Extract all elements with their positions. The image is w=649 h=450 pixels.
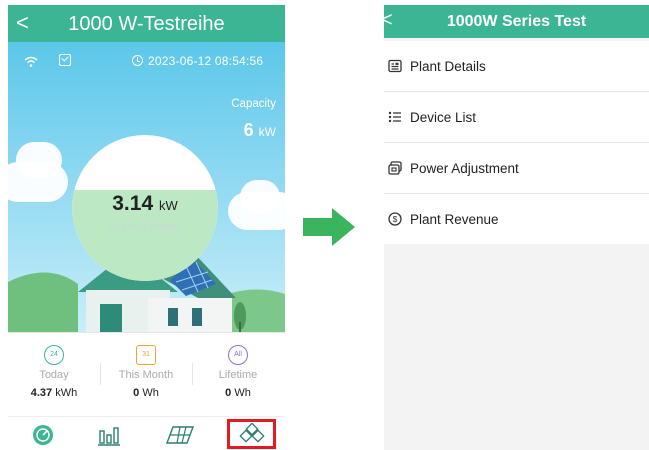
stat-label: Lifetime: [218, 369, 258, 381]
cloud: [16, 142, 62, 178]
calendar-icon: 31: [136, 345, 156, 365]
arrow-right-icon: [303, 218, 333, 236]
menu-item-plant-revenue[interactable]: $ Plant Revenue: [384, 194, 649, 245]
stat-label: This Month: [118, 369, 174, 381]
highlight-box: [227, 419, 276, 449]
header-bar: < 1000 W-Testreihe: [8, 5, 285, 42]
plant-menu-screen: < 1000W Series Test Plant Details Device…: [384, 5, 649, 450]
composite-screenshot: < 1000 W-Testreihe 2023-06-12 08:54:56 C…: [0, 0, 649, 450]
list-icon: [388, 111, 401, 123]
stat-this-month: 31 This Month 0 Wh: [100, 333, 192, 417]
details-icon: [388, 59, 402, 73]
lifetime-icon: All: [228, 345, 248, 365]
status-check-icon: [59, 54, 71, 66]
power-adjust-icon: [388, 161, 402, 175]
solar-panel-icon[interactable]: [165, 423, 195, 447]
plant-menu: Plant Details Device List Power Adjustme…: [384, 41, 649, 244]
stat-value: 0 Wh: [133, 387, 159, 399]
arrow-head: [332, 208, 355, 246]
current-power-label: Current Power: [109, 221, 181, 233]
current-power-gauge: 3.14 kW Current Power: [72, 135, 218, 281]
menu-item-label: Power Adjustment: [410, 161, 519, 176]
menu-item-label: Device List: [410, 110, 477, 125]
stat-label: Today: [39, 369, 69, 381]
plant-visual: 2023-06-12 08:54:56 Capacity 6 kW 3.14 k…: [8, 42, 285, 332]
cloud: [240, 180, 280, 214]
menu-item-label: Plant Details: [410, 59, 486, 74]
menu-item-label: Plant Revenue: [410, 212, 499, 227]
energy-stats: 24 Today 4.37 kWh 31 This Month 0 Wh All…: [8, 332, 285, 416]
bottom-tab-bar: [8, 416, 285, 450]
svg-text:$: $: [393, 214, 398, 224]
menu-item-plant-details[interactable]: Plant Details: [384, 41, 649, 92]
current-power-value: 3.14 kW: [112, 192, 178, 215]
page-title: 1000 W-Testreihe: [68, 13, 225, 35]
today-icon: 24: [44, 345, 64, 365]
capacity-value: 6 kW: [243, 120, 276, 140]
menu-item-power-adjustment[interactable]: Power Adjustment: [384, 143, 649, 194]
wifi-icon: [24, 56, 38, 67]
page-title: 1000W Series Test: [446, 13, 587, 30]
dollar-icon: $: [388, 212, 402, 226]
dashboard-icon[interactable]: [28, 423, 58, 447]
clock-icon: [132, 55, 143, 66]
stat-today: 24 Today 4.37 kWh: [8, 333, 100, 417]
stat-value: 0 Wh: [225, 387, 251, 399]
stat-value: 4.37 kWh: [30, 387, 78, 399]
timestamp: 2023-06-12 08:54:56: [148, 54, 264, 68]
header-bar: < 1000W Series Test: [384, 5, 649, 38]
chart-icon[interactable]: [94, 423, 124, 447]
stat-lifetime: All Lifetime 0 Wh: [192, 333, 284, 417]
menu-item-device-list[interactable]: Device List: [384, 92, 649, 143]
capacity-label: Capacity: [231, 98, 276, 110]
plant-overview-screen: < 1000 W-Testreihe 2023-06-12 08:54:56 C…: [8, 5, 285, 450]
